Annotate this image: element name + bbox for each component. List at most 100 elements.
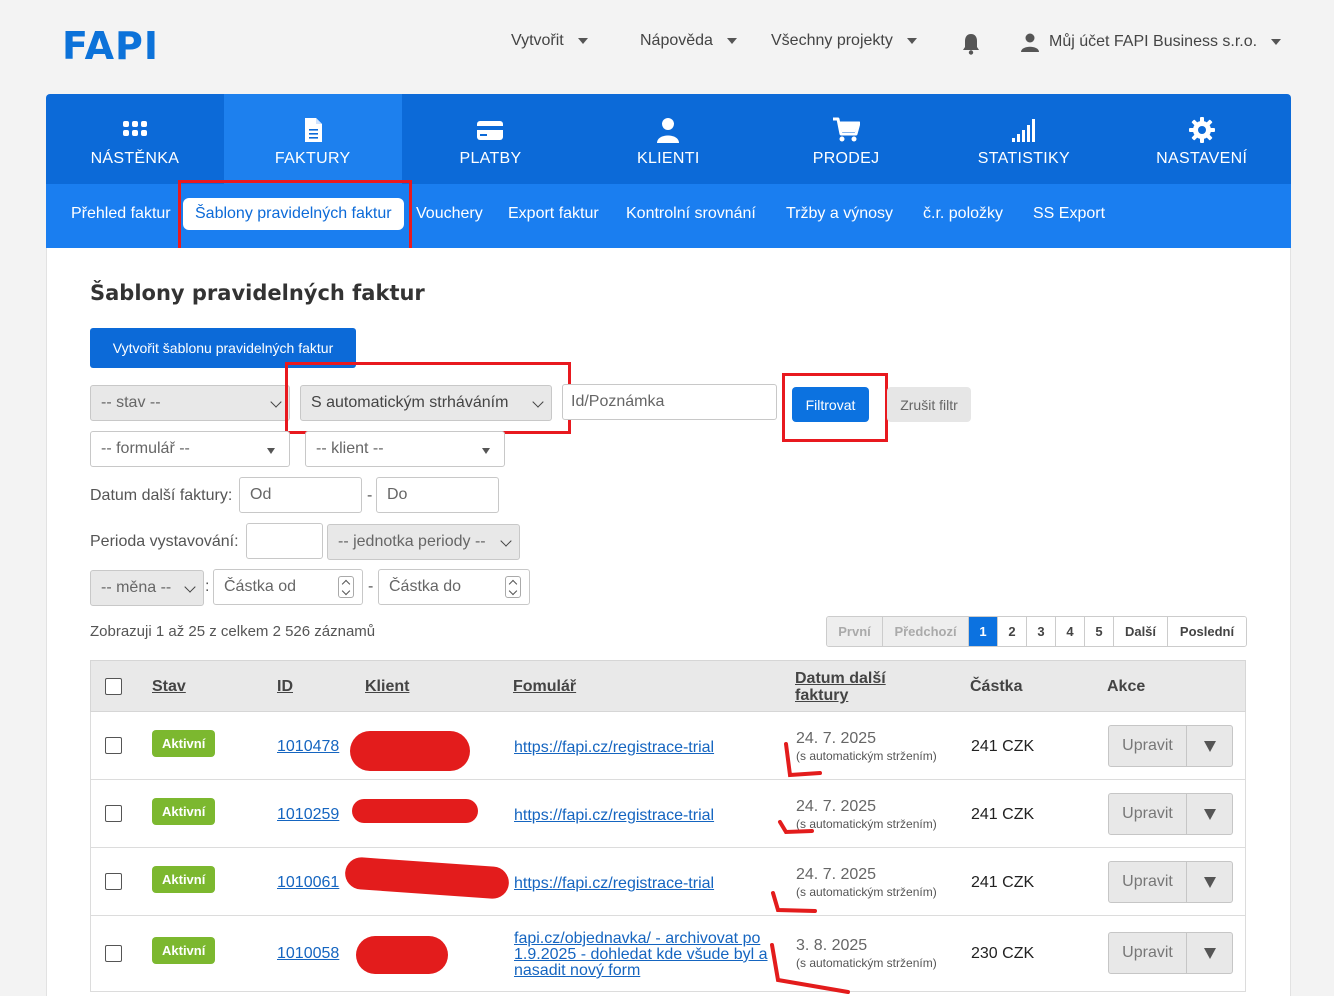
number-spinner-icon[interactable] bbox=[505, 576, 521, 598]
date-from-input[interactable]: Od bbox=[239, 477, 362, 513]
tab-dashboard-label: NÁSTĚNKA bbox=[90, 150, 180, 167]
form-link[interactable]: https://fapi.cz/registrace-trial bbox=[514, 876, 714, 892]
header-next-date[interactable]: Datum další faktury bbox=[795, 670, 905, 704]
row-checkbox[interactable] bbox=[105, 945, 122, 962]
form-link[interactable]: https://fapi.cz/registrace-trial bbox=[514, 808, 714, 824]
gear-icon bbox=[1188, 117, 1215, 143]
account-menu-label: Můj účet FAPI Business s.r.o. bbox=[1049, 33, 1258, 50]
header-form[interactable]: Fomulář bbox=[513, 678, 576, 696]
page-title: Šablony pravidelných faktur bbox=[90, 281, 425, 305]
next-date: 24. 7. 2025 bbox=[796, 798, 877, 815]
edit-dropdown-toggle[interactable] bbox=[1187, 726, 1232, 766]
pagination-next[interactable]: Další bbox=[1114, 617, 1168, 646]
edit-dropdown-toggle[interactable] bbox=[1187, 862, 1232, 902]
form-select[interactable]: -- formulář -- bbox=[90, 431, 290, 467]
subnav-revenue[interactable]: Tržby a výnosy bbox=[786, 205, 893, 223]
edit-split-button: Upravit bbox=[1108, 861, 1233, 903]
table-row: Aktivní 1010259 https://fapi.cz/registra… bbox=[90, 780, 1246, 848]
subnav-vouchers[interactable]: Vouchery bbox=[416, 205, 483, 223]
currency-select-value: -- měna -- bbox=[101, 579, 172, 596]
period-unit-select[interactable]: -- jednotka periody -- bbox=[327, 524, 520, 560]
subnav-export-invoices[interactable]: Export faktur bbox=[508, 205, 599, 223]
pagination-page-4[interactable]: 4 bbox=[1056, 617, 1085, 646]
chevron-down-icon bbox=[906, 38, 917, 44]
date-to-placeholder: Do bbox=[387, 486, 408, 503]
tab-payments[interactable]: PLATBY bbox=[402, 94, 580, 184]
table-row: Aktivní 1010058 fapi.cz/objednavka/ - ar… bbox=[90, 916, 1246, 992]
id-note-input[interactable]: Id/Poznámka bbox=[562, 384, 777, 420]
tab-payments-label: PLATBY bbox=[459, 150, 522, 167]
next-date-note: (s automatickým stržením) bbox=[796, 749, 937, 763]
header-client[interactable]: Klient bbox=[365, 678, 409, 696]
status-select[interactable]: -- stav -- bbox=[90, 385, 290, 421]
row-checkbox[interactable] bbox=[105, 737, 122, 754]
tab-invoices[interactable]: FAKTURY bbox=[223, 94, 402, 184]
pagination-page-3[interactable]: 3 bbox=[1027, 617, 1056, 646]
chevron-down-icon bbox=[577, 38, 588, 44]
tab-sales[interactable]: PRODEJ bbox=[757, 94, 935, 184]
form-link[interactable]: https://fapi.cz/registrace-trial bbox=[514, 740, 714, 756]
amount-separator: - bbox=[368, 578, 374, 595]
subnav-invoice-overview[interactable]: Přehled faktur bbox=[71, 205, 171, 223]
date-separator: - bbox=[367, 487, 373, 504]
pagination-previous[interactable]: Předchozí bbox=[883, 617, 969, 646]
edit-dropdown-toggle[interactable] bbox=[1187, 794, 1232, 834]
template-id-link[interactable]: 1010061 bbox=[277, 874, 339, 892]
currency-separator: : bbox=[205, 578, 210, 595]
edit-button[interactable]: Upravit bbox=[1109, 794, 1187, 834]
header-actions: Akce bbox=[1107, 678, 1146, 695]
currency-select[interactable]: -- měna -- bbox=[90, 570, 204, 606]
pagination-last[interactable]: Poslední bbox=[1168, 617, 1246, 646]
bell-icon[interactable] bbox=[961, 33, 981, 55]
edit-button[interactable]: Upravit bbox=[1109, 933, 1187, 973]
subnav-item-numbers[interactable]: č.r. položky bbox=[923, 205, 1003, 223]
pagination-page-2[interactable]: 2 bbox=[998, 617, 1027, 646]
signal-bars-icon bbox=[1011, 119, 1035, 142]
header-amount: Částka bbox=[970, 678, 1023, 695]
period-number-input[interactable] bbox=[246, 523, 323, 559]
row-checkbox[interactable] bbox=[105, 805, 122, 822]
date-to-input[interactable]: Do bbox=[376, 477, 499, 513]
subnav-control-comparison[interactable]: Kontrolní srovnání bbox=[626, 205, 756, 223]
tab-clients[interactable]: KLIENTI bbox=[579, 94, 757, 184]
status-badge: Aktivní bbox=[152, 730, 216, 757]
tab-invoices-label: FAKTURY bbox=[274, 150, 351, 167]
main-navigation: NÁSTĚNKA FAKTURY PLATBY KLIENTI PRODEJ S… bbox=[46, 94, 1291, 184]
projects-menu[interactable]: Všechny projekty bbox=[771, 32, 917, 50]
row-checkbox[interactable] bbox=[105, 873, 122, 890]
form-link[interactable]: fapi.cz/objednavka/ - archivovat po 1.9.… bbox=[514, 931, 774, 979]
tab-clients-label: KLIENTI bbox=[637, 150, 700, 167]
subnav-ss-export[interactable]: SS Export bbox=[1033, 205, 1105, 223]
caret-down-icon bbox=[482, 448, 490, 454]
template-id-link[interactable]: 1010259 bbox=[277, 806, 339, 824]
help-menu[interactable]: Nápověda bbox=[640, 32, 737, 50]
pagination-page-5[interactable]: 5 bbox=[1085, 617, 1114, 646]
status-badge: Aktivní bbox=[152, 866, 216, 893]
number-spinner-icon[interactable] bbox=[338, 576, 354, 598]
tab-dashboard[interactable]: NÁSTĚNKA bbox=[46, 94, 224, 184]
chevron-down-icon bbox=[1271, 39, 1282, 45]
edit-button[interactable]: Upravit bbox=[1109, 862, 1187, 902]
edit-button[interactable]: Upravit bbox=[1109, 726, 1187, 766]
create-menu[interactable]: Vytvořit bbox=[511, 32, 588, 50]
amount-to-input[interactable]: Částka do bbox=[378, 569, 530, 605]
tab-settings[interactable]: NASTAVENÍ bbox=[1113, 94, 1291, 184]
header-status[interactable]: Stav bbox=[152, 678, 186, 696]
template-id-link[interactable]: 1010478 bbox=[277, 738, 339, 756]
next-date-note: (s automatickým stržením) bbox=[796, 817, 937, 831]
client-select[interactable]: -- klient -- bbox=[305, 431, 505, 467]
template-id-link[interactable]: 1010058 bbox=[277, 945, 339, 963]
status-badge: Aktivní bbox=[152, 937, 216, 964]
account-menu[interactable]: Můj účet FAPI Business s.r.o. bbox=[1020, 32, 1282, 52]
select-all-checkbox[interactable] bbox=[105, 678, 122, 695]
amount-to-placeholder: Částka do bbox=[389, 578, 462, 595]
tab-statistics[interactable]: STATISTIKY bbox=[935, 94, 1113, 184]
clear-filter-button[interactable]: Zrušit filtr bbox=[887, 387, 971, 422]
caret-down-icon bbox=[1203, 740, 1216, 752]
header-id[interactable]: ID bbox=[277, 678, 293, 696]
amount-from-input[interactable]: Částka od bbox=[213, 569, 363, 605]
pagination-first[interactable]: První bbox=[827, 617, 883, 646]
pagination-page-1[interactable]: 1 bbox=[969, 617, 998, 646]
pagination: První Předchozí 1 2 3 4 5 Další Poslední bbox=[826, 616, 1247, 647]
edit-dropdown-toggle[interactable] bbox=[1187, 933, 1232, 973]
